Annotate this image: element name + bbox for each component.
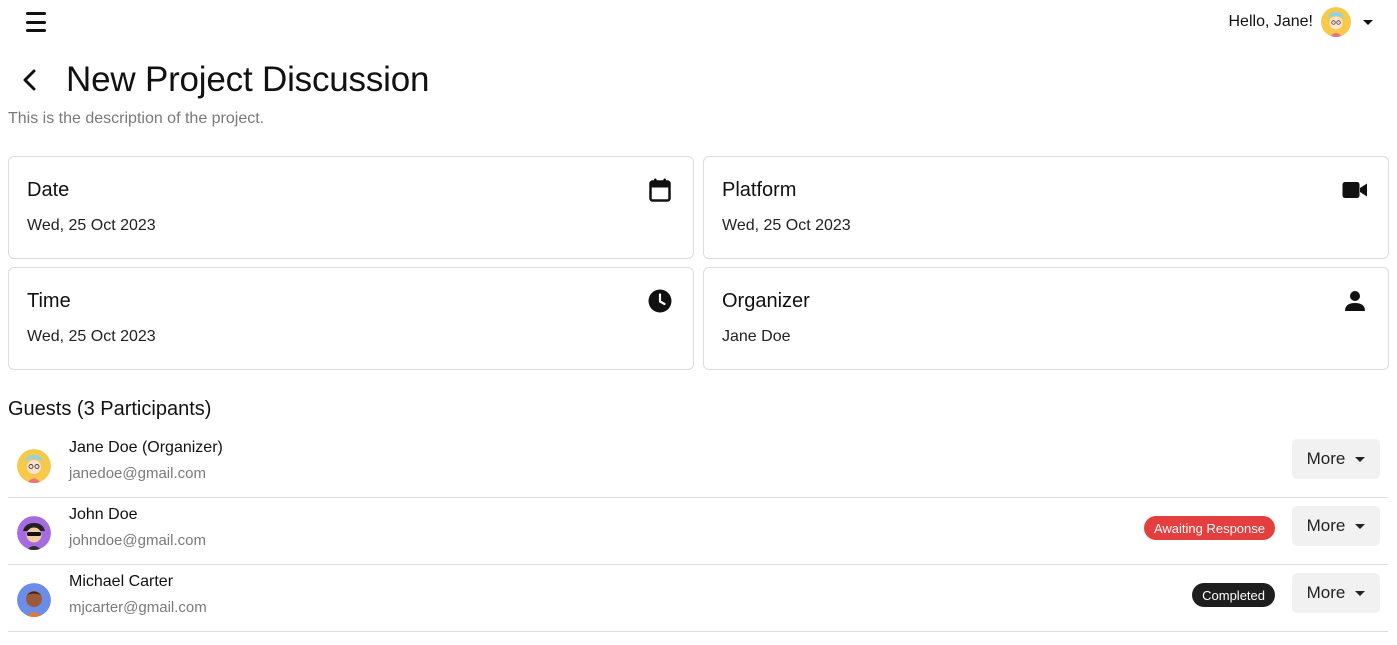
user-avatar-icon[interactable] — [1321, 7, 1351, 37]
menu-line — [26, 20, 46, 24]
guests-heading: Guests (3 Participants) — [8, 398, 212, 420]
hamburger-menu-icon[interactable] — [26, 12, 48, 32]
back-arrow-icon[interactable] — [16, 66, 44, 94]
title-row: New Project Discussion — [16, 58, 429, 102]
card-label: Time — [27, 290, 71, 312]
video-camera-icon — [1342, 177, 1368, 203]
organizer-card: Organizer Jane Doe — [703, 267, 1389, 370]
more-label: More — [1306, 449, 1346, 468]
guest-name: John Doe — [69, 506, 138, 523]
more-dropdown-button[interactable]: More — [1292, 573, 1380, 613]
guest-avatar-icon — [17, 583, 51, 617]
guest-row: John Doe johndoe@gmail.com Awaiting Resp… — [8, 498, 1388, 565]
chevron-down-icon — [1355, 590, 1366, 596]
time-card: Time Wed, 25 Oct 2023 — [8, 267, 694, 370]
user-menu[interactable]: Hello, Jane! — [1228, 6, 1373, 38]
menu-line — [26, 29, 46, 32]
person-icon — [1342, 288, 1368, 314]
guest-avatar-icon — [17, 516, 51, 550]
calendar-icon — [647, 177, 673, 203]
menu-line — [26, 12, 46, 15]
guest-email: johndoe@gmail.com — [69, 532, 206, 549]
more-dropdown-button[interactable]: More — [1292, 506, 1380, 546]
card-value: Wed, 25 Oct 2023 — [27, 328, 156, 345]
card-value: Jane Doe — [722, 328, 791, 345]
guest-name: Michael Carter — [69, 573, 174, 590]
guest-row: Jane Doe (Organizer) janedoe@gmail.com M… — [8, 431, 1388, 498]
more-label: More — [1306, 516, 1346, 535]
guest-avatar-icon — [17, 449, 51, 483]
status-badge: Completed — [1192, 583, 1275, 607]
top-bar: Hello, Jane! — [0, 0, 1397, 44]
chevron-down-icon[interactable] — [1363, 19, 1373, 25]
chevron-down-icon — [1355, 523, 1366, 529]
guest-email: mjcarter@gmail.com — [69, 599, 207, 616]
page-title: New Project Discussion — [66, 60, 430, 99]
card-label: Platform — [722, 179, 797, 201]
card-label: Date — [27, 179, 70, 201]
page-description: This is the description of the project. — [8, 110, 265, 127]
guest-row: Michael Carter mjcarter@gmail.com Comple… — [8, 565, 1388, 632]
guest-email: janedoe@gmail.com — [69, 465, 206, 482]
guest-name: Jane Doe (Organizer) — [69, 439, 223, 456]
status-badge: Awaiting Response — [1143, 516, 1275, 540]
platform-card: Platform Wed, 25 Oct 2023 — [703, 156, 1389, 259]
card-value: Wed, 25 Oct 2023 — [27, 217, 156, 234]
greeting-text: Hello, Jane! — [1228, 13, 1314, 30]
card-label: Organizer — [722, 290, 810, 312]
more-dropdown-button[interactable]: More — [1292, 439, 1380, 479]
card-value: Wed, 25 Oct 2023 — [722, 217, 851, 234]
date-card: Date Wed, 25 Oct 2023 — [8, 156, 694, 259]
more-label: More — [1306, 583, 1346, 602]
clock-icon — [647, 288, 673, 314]
chevron-down-icon — [1355, 456, 1366, 462]
